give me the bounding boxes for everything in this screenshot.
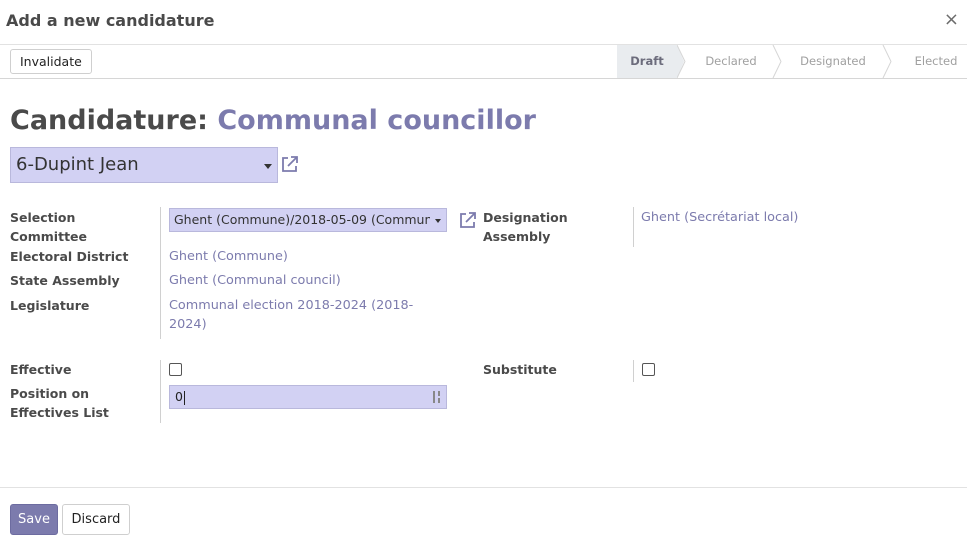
selection-committee-value: Ghent (Commune)/2018-05-09 (Commune)	[174, 212, 445, 227]
position-label-line2: Effectives List	[10, 405, 109, 420]
substitute-checkbox[interactable]	[642, 363, 655, 376]
dialog-footer: Save Discard	[0, 487, 967, 540]
position-input[interactable]: 0	[169, 385, 447, 409]
designation-assembly-label: Designation Assembly	[483, 208, 568, 246]
designation-assembly-label-line2: Assembly	[483, 229, 551, 244]
stage-separator	[882, 45, 892, 78]
state-assembly-label: State Assembly	[10, 273, 120, 288]
electoral-district-label: Electoral District	[10, 249, 129, 264]
selection-committee-label-line2: Committee	[10, 229, 88, 244]
legislature-value[interactable]: Communal election 2018-2024 (2018- 2024)	[169, 296, 413, 334]
stage-separator	[677, 45, 686, 78]
position-label: Position on Effectives List	[10, 384, 109, 422]
stage-separator	[772, 45, 782, 78]
stage-designated-label: Designated	[800, 54, 866, 68]
page-title: Candidature: Communal councillor	[10, 105, 536, 136]
discard-button[interactable]: Discard	[62, 504, 130, 535]
close-icon[interactable]: ×	[944, 9, 959, 31]
external-link-icon[interactable]	[458, 210, 478, 230]
field-divider	[633, 360, 634, 382]
substitute-label: Substitute	[483, 362, 557, 377]
stage-declared[interactable]: Declared	[691, 45, 771, 78]
partner-select-value: 6-Dupint Jean	[16, 154, 139, 175]
selection-committee-label: Selection Committee	[10, 208, 87, 246]
field-divider	[160, 207, 161, 339]
stage-elected-label: Elected	[914, 54, 958, 68]
caret-down-icon	[435, 219, 441, 223]
stage-declared-label: Declared	[705, 54, 757, 68]
position-label-line1: Position on	[10, 386, 90, 401]
external-link-icon[interactable]	[280, 154, 300, 174]
committee-caret-wrap	[430, 209, 446, 231]
designation-assembly-value[interactable]: Ghent (Secrétariat local)	[641, 208, 798, 227]
stage-draft-label: Draft	[630, 54, 664, 68]
stage-draft[interactable]: Draft	[617, 45, 677, 78]
field-divider	[160, 360, 161, 423]
designation-assembly-label-line1: Designation	[483, 210, 568, 225]
position-input-value: 0	[175, 389, 183, 404]
partner-select[interactable]: 6-Dupint Jean	[10, 147, 278, 183]
stage-pipeline: Draft Declared Designated Elected	[617, 45, 967, 78]
text-cursor	[183, 390, 185, 405]
selection-committee-label-line1: Selection	[10, 210, 76, 225]
effective-checkbox[interactable]	[169, 363, 182, 376]
title-prefix: Candidature:	[10, 105, 208, 136]
dialog-title: Add a new candidature	[6, 11, 215, 30]
legislature-label: Legislature	[10, 298, 90, 313]
dialog-header: Add a new candidature ×	[0, 0, 967, 45]
stage-elected[interactable]: Elected	[895, 45, 967, 78]
electoral-district-value[interactable]: Ghent (Commune)	[169, 247, 288, 266]
effective-label: Effective	[10, 362, 72, 377]
selection-committee-select[interactable]: Ghent (Commune)/2018-05-09 (Commune)	[169, 208, 447, 232]
statusbar: Invalidate Draft Declared Designated Ele…	[0, 45, 967, 79]
save-button[interactable]: Save	[10, 504, 58, 535]
state-assembly-value[interactable]: Ghent (Communal council)	[169, 271, 341, 290]
field-divider	[633, 207, 634, 247]
invalidate-button[interactable]: Invalidate	[10, 49, 92, 74]
title-value: Communal councillor	[217, 105, 536, 136]
caret-down-icon	[264, 164, 272, 169]
legislature-value-line2: 2024)	[169, 317, 207, 332]
legislature-value-line1: Communal election 2018-2024 (2018-	[169, 298, 414, 313]
number-spinner-icon[interactable]	[432, 391, 442, 403]
stage-designated[interactable]: Designated	[785, 45, 881, 78]
